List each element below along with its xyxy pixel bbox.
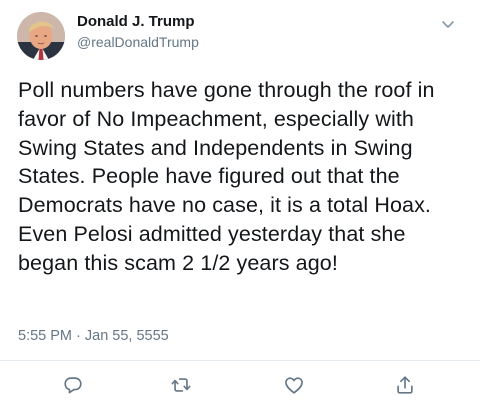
tweet-actions-bar [0, 370, 480, 400]
heart-icon [285, 377, 303, 394]
like-button[interactable] [281, 372, 307, 398]
author-handle[interactable]: @realDonaldTrump [77, 32, 199, 52]
author-display-name[interactable]: Donald J. Trump [77, 12, 199, 32]
retweet-button[interactable] [168, 372, 194, 398]
share-icon [397, 376, 413, 394]
reply-button[interactable] [60, 372, 86, 398]
avatar[interactable] [17, 12, 65, 60]
author-block: Donald J. Trump @realDonaldTrump [77, 12, 199, 52]
retweet-icon [171, 378, 191, 392]
user-avatar-photo-icon [17, 12, 65, 60]
tweet-card: Donald J. Trump @realDonaldTrump Poll nu… [0, 0, 480, 410]
tweet-timestamp[interactable]: 5:55 PM · Jan 55, 5555 [18, 327, 169, 345]
share-button[interactable] [392, 372, 418, 398]
tweet-menu-button[interactable] [438, 14, 458, 34]
chevron-down-icon [442, 21, 454, 28]
reply-icon [64, 377, 82, 394]
divider [0, 360, 480, 361]
tweet-text: Poll numbers have gone through the roof … [18, 78, 435, 275]
